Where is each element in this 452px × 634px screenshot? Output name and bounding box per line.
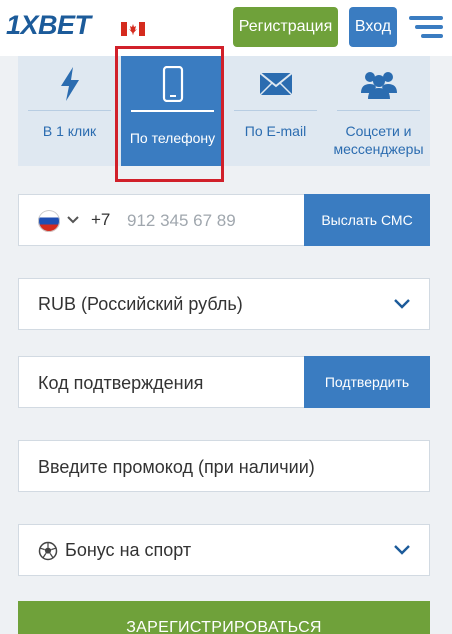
currency-select[interactable]: RUB (Российский рубль): [18, 278, 430, 330]
envelope-icon: [224, 66, 327, 102]
soccer-ball-icon: [38, 541, 58, 561]
phone-input[interactable]: [127, 205, 297, 237]
chevron-down-icon: [394, 299, 410, 309]
bonus-value: Бонус на спорт: [65, 540, 192, 560]
promo-code-input[interactable]: [38, 451, 418, 483]
send-sms-button[interactable]: Выслать СМС: [304, 194, 430, 246]
currency-value: RUB (Российский рубль): [38, 294, 243, 314]
russia-flag-icon[interactable]: [38, 210, 60, 232]
tab-label: Соцсети и мессенджеры: [333, 123, 424, 157]
tab-divider: [131, 110, 214, 112]
chevron-down-icon[interactable]: [66, 215, 80, 225]
registration-method-tabs: В 1 клик По телефону По E-mail Соцсети и…: [18, 56, 430, 166]
phone-field-row: +7 Выслать СМС: [18, 194, 430, 246]
register-submit-button[interactable]: ЗАРЕГИСТРИРОВАТЬСЯ: [18, 601, 430, 634]
register-button[interactable]: Регистрация: [233, 7, 338, 47]
bonus-select[interactable]: Бонус на спорт: [18, 524, 430, 576]
tab-label: По E-mail: [244, 123, 307, 139]
promo-code-row: [18, 440, 430, 492]
confirmation-code-input[interactable]: [38, 367, 308, 399]
phone-icon: [121, 66, 224, 102]
hamburger-menu-icon[interactable]: [409, 14, 443, 40]
tab-divider: [28, 110, 111, 111]
users-icon: [327, 66, 430, 102]
phone-country-code: +7: [91, 210, 111, 229]
login-button[interactable]: Вход: [349, 7, 397, 47]
site-header: 1XBET Регистрация Вход: [0, 0, 452, 56]
tab-by-email[interactable]: По E-mail: [224, 56, 327, 166]
confirmation-code-row: Подтвердить: [18, 356, 430, 408]
tab-label: В 1 клик: [42, 123, 97, 139]
tab-divider: [337, 110, 420, 111]
confirm-button[interactable]: Подтвердить: [304, 356, 430, 408]
tab-label: По телефону: [129, 130, 216, 146]
tab-one-click[interactable]: В 1 клик: [18, 56, 121, 166]
tab-divider: [234, 110, 317, 111]
canada-flag-icon[interactable]: [121, 22, 145, 36]
logo[interactable]: 1XBET: [6, 10, 91, 41]
chevron-down-icon: [394, 545, 410, 555]
tab-social-messengers[interactable]: Соцсети и мессенджеры: [327, 56, 430, 166]
tab-by-phone[interactable]: По телефону: [121, 56, 224, 166]
lightning-icon: [18, 66, 121, 102]
